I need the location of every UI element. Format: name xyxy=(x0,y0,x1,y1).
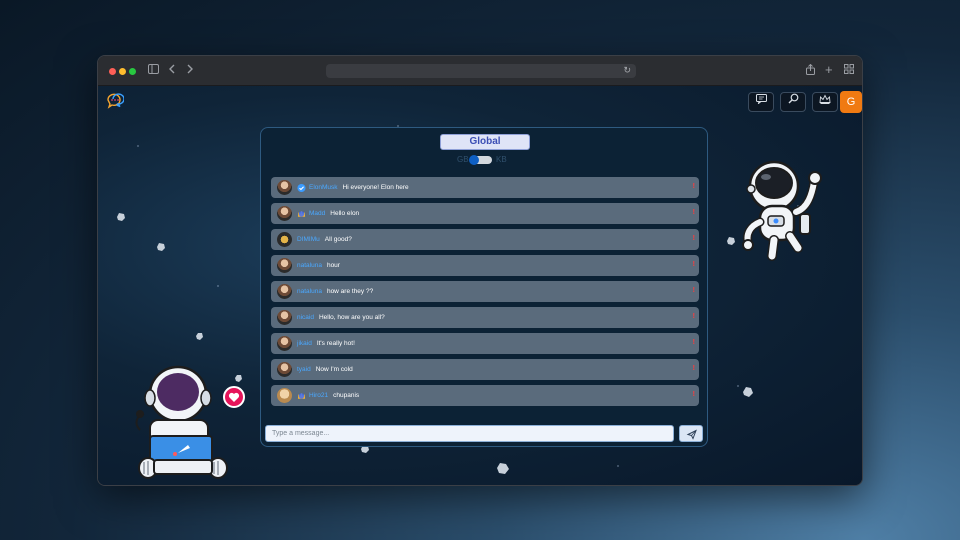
app-page: G Global GB KB ElonMusk Hi everyone! Elo… xyxy=(98,86,862,485)
asteroid-icon xyxy=(743,387,753,397)
toggle-knob[interactable] xyxy=(469,155,479,165)
crown-badge-icon xyxy=(297,210,306,217)
message-username[interactable]: jikaid xyxy=(297,340,312,347)
message-list: ElonMusk Hi everyone! Elon here ! Madd H… xyxy=(271,177,699,411)
user-avatar[interactable] xyxy=(277,336,292,351)
report-message-button[interactable]: ! xyxy=(693,208,695,218)
address-bar[interactable]: ↻ xyxy=(326,64,636,78)
share-icon[interactable] xyxy=(806,63,815,79)
browser-titlebar: ↻ + xyxy=(98,56,862,86)
message-text: Hello, how are you all? xyxy=(318,314,385,321)
astronaut-laptop-illustration xyxy=(135,365,245,479)
message-row: Madd Hello elon ! xyxy=(271,203,699,224)
premium-button[interactable] xyxy=(812,92,838,112)
user-avatar[interactable] xyxy=(277,284,292,299)
minimize-window-button[interactable] xyxy=(119,68,126,75)
reload-icon[interactable]: ↻ xyxy=(623,65,631,76)
tab-overview-icon[interactable] xyxy=(844,64,854,78)
message-row: DIMIMu All good? ! xyxy=(271,229,699,250)
search-button[interactable] xyxy=(780,92,806,112)
message-username[interactable]: DIMIMu xyxy=(297,236,320,243)
crown-badge-icon xyxy=(297,392,306,399)
message-text: chupanis xyxy=(333,392,360,399)
report-message-button[interactable]: ! xyxy=(693,234,695,244)
top-navigation: G xyxy=(98,86,862,118)
report-message-button[interactable]: ! xyxy=(693,286,695,296)
asteroid-icon xyxy=(157,243,165,251)
message-username[interactable]: Madd xyxy=(309,210,325,217)
report-message-button[interactable]: ! xyxy=(693,364,695,374)
message-username[interactable]: nataluna xyxy=(297,288,322,295)
verified-badge-icon xyxy=(297,183,306,192)
message-input[interactable] xyxy=(265,425,674,442)
forward-icon[interactable] xyxy=(186,64,194,78)
zoom-window-button[interactable] xyxy=(129,68,136,75)
close-window-button[interactable] xyxy=(109,68,116,75)
message-composer xyxy=(265,425,705,443)
message-text: hour xyxy=(326,262,340,269)
floating-astronaut-illustration xyxy=(742,160,822,261)
user-avatar-button[interactable]: G xyxy=(840,91,862,113)
message-username[interactable]: nataluna xyxy=(297,262,322,269)
asteroid-icon xyxy=(117,213,125,221)
global-chat-panel: Global GB KB ElonMusk Hi everyone! Elon … xyxy=(260,127,708,447)
message-row: jikaid It's really hot! ! xyxy=(271,333,699,354)
message-username[interactable]: tyaid xyxy=(297,366,311,373)
message-username[interactable]: ElonMusk xyxy=(309,184,338,191)
user-avatar[interactable] xyxy=(277,388,292,403)
sidebar-icon[interactable] xyxy=(148,64,159,78)
user-avatar[interactable] xyxy=(277,232,292,247)
message-row: nataluna hour ! xyxy=(271,255,699,276)
toggle-left-label: GB xyxy=(457,155,469,164)
app-logo-icon[interactable] xyxy=(106,93,125,109)
user-avatar[interactable] xyxy=(277,362,292,377)
send-icon xyxy=(686,429,697,440)
user-avatar[interactable] xyxy=(277,180,292,195)
message-row: Hiro21 chupanis ! xyxy=(271,385,699,406)
asteroid-icon xyxy=(727,237,735,245)
message-text: how are they ?? xyxy=(326,288,374,295)
user-avatar[interactable] xyxy=(277,310,292,325)
report-message-button[interactable]: ! xyxy=(693,260,695,270)
chat-channel-toggle[interactable]: GB KB xyxy=(457,155,517,165)
search-icon xyxy=(788,93,798,104)
message-username[interactable]: nicaid xyxy=(297,314,314,321)
crown-icon xyxy=(819,94,831,104)
report-message-button[interactable]: ! xyxy=(693,338,695,348)
chat-room-title[interactable]: Global xyxy=(440,134,530,150)
report-message-button[interactable]: ! xyxy=(693,182,695,192)
chat-icon xyxy=(755,94,767,105)
message-text: Hi everyone! Elon here xyxy=(342,184,409,191)
message-text: Now I'm cold xyxy=(315,366,353,373)
message-username[interactable]: Hiro21 xyxy=(309,392,328,399)
message-text: All good? xyxy=(324,236,352,243)
asteroid-icon xyxy=(497,463,509,474)
user-avatar[interactable] xyxy=(277,206,292,221)
messages-button[interactable] xyxy=(748,92,774,112)
message-row: nicaid Hello, how are you all? ! xyxy=(271,307,699,328)
message-row: ElonMusk Hi everyone! Elon here ! xyxy=(271,177,699,198)
user-avatar[interactable] xyxy=(277,258,292,273)
send-button[interactable] xyxy=(679,425,703,442)
browser-window: ↻ + G Global GB KB ElonMusk Hi everyone!… xyxy=(97,55,863,486)
asteroid-icon xyxy=(196,333,203,340)
report-message-button[interactable]: ! xyxy=(693,390,695,400)
message-row: nataluna how are they ?? ! xyxy=(271,281,699,302)
new-tab-icon[interactable]: + xyxy=(825,63,833,77)
message-row: tyaid Now I'm cold ! xyxy=(271,359,699,380)
report-message-button[interactable]: ! xyxy=(693,312,695,322)
back-icon[interactable] xyxy=(168,64,176,78)
message-text: Hello elon xyxy=(330,210,360,217)
toggle-right-label: KB xyxy=(496,155,507,164)
message-text: It's really hot! xyxy=(316,340,355,347)
